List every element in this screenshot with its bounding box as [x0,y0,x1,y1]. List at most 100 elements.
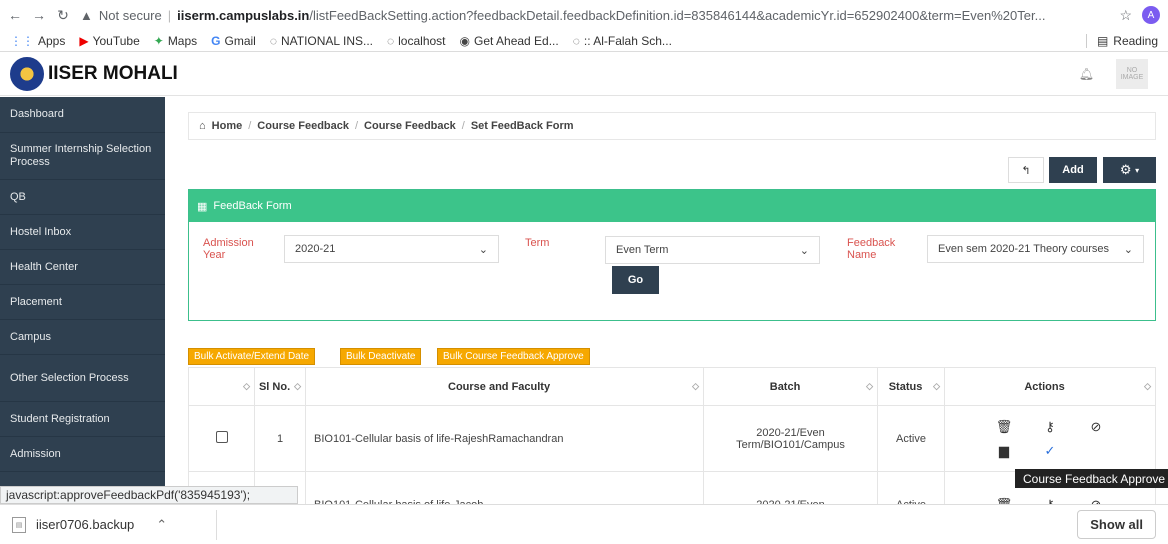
sort-icon: ◇ [933,380,940,391]
actions-header[interactable]: ◇ Actions [944,367,1156,406]
url-path: /listFeedBackSetting.action?feedbackDeta… [309,7,1046,23]
site-icon: ◌ [387,33,395,48]
ban-icon[interactable]: ⊘ [1073,419,1119,435]
add-button[interactable]: Add [1049,157,1097,183]
sidebar-item-admission[interactable]: Admission [0,437,165,472]
bookmark-national[interactable]: ◌ NATIONAL INS... [270,34,373,48]
admission-year-label: Admission Year [203,237,254,261]
caret-down-icon: ▾ [1135,165,1140,175]
term-label: Term [525,237,550,249]
course-cell: BIO101-Cellular basis of life-RajeshRama… [305,405,704,472]
bulk-activate-button[interactable]: Bulk Activate/Extend Date [188,348,316,365]
google-icon: G [211,33,221,48]
sidebar-item-campus[interactable]: Campus [0,320,165,355]
gear-icon: ⚙ [1119,162,1132,177]
term-select[interactable]: Even Term ⌄ [605,236,820,264]
breadcrumb: ⌂ Home / Course Feedback / Course Feedba… [188,112,1156,140]
batch-header[interactable]: ◇ Batch [703,367,878,406]
bookmark-gmail[interactable]: G Gmail [211,34,256,48]
breadcrumb-item[interactable]: Course Feedback [257,120,349,132]
bookmark-al-falah[interactable]: ◌:: Al-Falah Sch... [573,34,672,48]
sort-icon: ◇ [1144,380,1151,391]
feedback-name-select[interactable]: Even sem 2020-21 Theory courses ⌄ [927,235,1144,263]
bookmark-apps[interactable]: ⋮⋮ Apps [10,34,65,48]
chevron-up-icon[interactable]: ⌃ [156,517,167,533]
bookmarks-bar: ⋮⋮ Apps ▶ YouTube ✦ Maps G Gmail ◌ NATIONAL I… [0,30,1168,52]
panel-title: FeedBack Form [213,200,292,212]
chevron-down-icon: ⌄ [478,243,488,256]
sl-no-header[interactable]: ◇ Sl No. [254,367,306,406]
institute-logo [10,56,44,91]
reply-arrow-icon: ↰ [1021,164,1031,177]
chevron-down-icon: ⌄ [1123,243,1133,256]
bookmark-maps[interactable]: ✦ Maps [154,34,197,48]
star-icon[interactable]: ☆ [1119,7,1132,24]
status-url-bar: javascript:approveFeedbackPdf('835945193… [0,486,298,504]
sort-icon: ◇ [294,380,301,391]
reload-icon[interactable]: ↻ [56,7,70,24]
bookmark-youtube[interactable]: ▶ YouTube [79,34,139,48]
apps-grid-icon: ⋮⋮ [10,33,34,48]
sidebar-item-qb[interactable]: QB [0,180,165,215]
sidebar-item-placement[interactable]: Placement [0,285,165,320]
reading-list-icon: ▤ [1096,33,1109,48]
bulk-approve-button[interactable]: Bulk Course Feedback Approve [437,348,590,365]
forward-arrow-icon[interactable]: → [32,7,46,23]
admission-year-select[interactable]: 2020-21 ⌄ [284,235,499,263]
delete-icon[interactable]: 🗑︎ [981,419,1027,435]
sidebar-item-other-selection[interactable]: Other Selection Process [0,355,165,402]
download-item[interactable]: ▤ iiser0706.backup ⌃ [12,509,217,540]
sidebar: Dashboard Summer Internship Selection Pr… [0,97,165,487]
settings-dropdown-button[interactable]: ⚙ ▾ [1103,157,1156,183]
select-column-header[interactable]: ◇ [188,367,255,406]
site-icon: ◌ [269,33,277,48]
address-bar[interactable]: ▲ Not secure | iiserm.campuslabs.in/list… [80,8,1109,23]
panel-header: ▦ FeedBack Form [189,190,1155,222]
table-icon: ▦ [197,200,208,213]
download-bar: ▤ iiser0706.backup ⌃ Show all [0,504,1168,544]
row-checkbox[interactable] [215,431,228,443]
breadcrumb-home[interactable]: Home [212,120,243,132]
profile-avatar[interactable]: A [1142,6,1160,24]
reading-list[interactable]: ▤ Reading [1085,33,1158,48]
batch-cell: 2020-21/Even Term/BIO101/Campus [703,405,878,472]
sort-icon: ◇ [243,381,250,391]
go-button[interactable]: Go [612,266,659,294]
brand-name: IISER MOHALI [48,62,178,84]
sort-icon: ◇ [866,380,873,391]
key-icon[interactable]: ⚷ [1027,419,1073,435]
home-icon: ⌂ [199,120,206,132]
sidebar-item-summer-internship[interactable]: Summer Internship Selection Process [0,133,165,180]
bell-icon[interactable]: 🔔︎ [1079,67,1094,81]
status-header[interactable]: ◇ Status [877,367,945,406]
browser-toolbar: ← → ↻ ▲ Not secure | iiserm.campuslabs.i… [0,0,1168,30]
back-arrow-icon[interactable]: ← [8,7,22,23]
youtube-icon: ▶ [79,33,89,48]
bookmark-localhost[interactable]: ◌ localhost [387,34,446,48]
warning-icon: ▲ [80,7,93,23]
bulk-deactivate-button[interactable]: Bulk Deactivate [340,348,422,365]
sl-cell: 1 [254,405,306,472]
course-faculty-header[interactable]: ◇ Course and Faculty [305,367,704,406]
back-button[interactable]: ↰ [1008,157,1044,183]
url-separator: | [167,7,172,23]
sidebar-item-student-registration[interactable]: Student Registration [0,402,165,437]
check-icon[interactable]: ✓ [1027,443,1073,459]
profile-image[interactable]: NO IMAGE [1116,58,1148,89]
file-icon: ▤ [12,516,26,533]
download-filename: iiser0706.backup [36,517,135,532]
sidebar-item-hostel-inbox[interactable]: Hostel Inbox [0,215,165,250]
maps-icon: ✦ [153,33,164,48]
feedback-name-label: Feedback Name [847,237,896,261]
breadcrumb-item[interactable]: Course Feedback [364,120,456,132]
globe-icon: ◉ [459,33,470,48]
site-icon: ◌ [572,33,580,48]
sidebar-item-dashboard[interactable]: Dashboard [0,97,165,133]
breadcrumb-current: Set FeedBack Form [470,120,574,132]
sidebar-item-health-center[interactable]: Health Center [0,250,165,285]
status-cell: Active [877,405,945,472]
bookmark-get-ahead[interactable]: ◉ Get Ahead Ed... [460,34,559,48]
id-card-icon[interactable]: ▆ [981,443,1027,459]
show-all-button[interactable]: Show all [1077,510,1156,539]
sort-icon: ◇ [692,380,699,391]
